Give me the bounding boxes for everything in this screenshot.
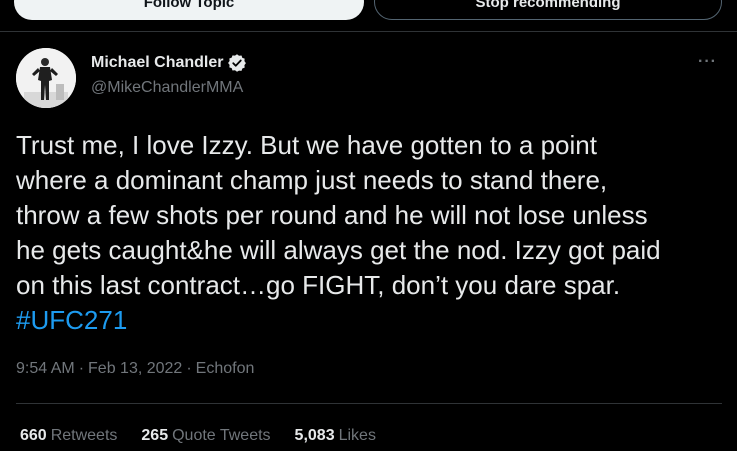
retweets-count: 660: [20, 427, 47, 444]
divider: [0, 31, 737, 32]
verified-badge-icon: [227, 53, 247, 73]
author-name[interactable]: Michael Chandler: [91, 54, 223, 72]
tweet-time[interactable]: 9:54 AM: [16, 360, 75, 378]
hashtag-link[interactable]: #UFC271: [16, 305, 127, 335]
engagement-stats: 660 Retweets 265 Quote Tweets 5,083 Like…: [20, 427, 376, 445]
tweet-date[interactable]: Feb 13, 2022: [88, 360, 182, 378]
separator: ·: [78, 360, 85, 377]
avatar-photo-icon: [16, 48, 76, 108]
tweet-source: Echofon: [195, 360, 255, 377]
author-name-row[interactable]: Michael Chandler: [91, 53, 247, 73]
follow-topic-button[interactable]: Follow Topic: [14, 0, 364, 20]
more-options-icon[interactable]: ···: [698, 53, 717, 71]
tweet-meta: 9:54 AM · Feb 13, 2022 · Echofon: [16, 360, 254, 378]
quote-tweets-label: Quote Tweets: [172, 427, 271, 444]
separator: ·: [186, 360, 192, 377]
tweet-body: Trust me, I love Izzy. But we have gotte…: [16, 130, 661, 300]
tweet-detail-page: Follow Topic Stop recommending Michael C…: [0, 0, 737, 451]
retweets-label: Retweets: [50, 427, 118, 444]
likes-count: 5,083: [294, 427, 335, 444]
tweet-text: Trust me, I love Izzy. But we have gotte…: [16, 128, 728, 338]
avatar[interactable]: [16, 48, 76, 108]
likes-label: Likes: [338, 427, 376, 444]
likes-stat[interactable]: 5,083 Likes: [295, 427, 376, 445]
divider: [16, 403, 722, 404]
quote-tweets-count: 265: [141, 427, 169, 444]
retweets-stat[interactable]: 660 Retweets: [20, 427, 117, 445]
stop-recommending-button[interactable]: Stop recommending: [374, 0, 722, 20]
quote-tweets-stat[interactable]: 265 Quote Tweets: [141, 427, 270, 445]
author-handle[interactable]: @MikeChandlerMMA: [91, 79, 243, 97]
